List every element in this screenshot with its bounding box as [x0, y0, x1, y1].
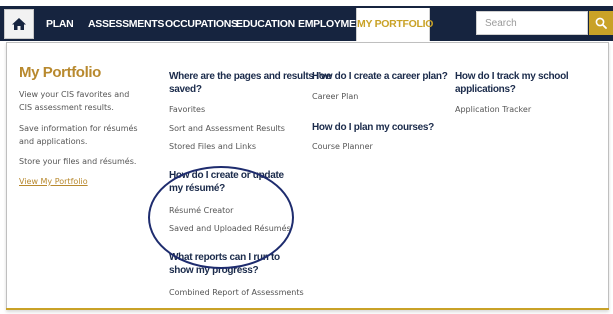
- link-application-tracker[interactable]: Application Tracker: [455, 104, 531, 116]
- nav-plan[interactable]: PLAN: [46, 8, 74, 41]
- home-icon: [12, 18, 26, 30]
- portfolio-description-save: Save information for résumés and applica…: [19, 124, 138, 146]
- question-plan-courses: How do I plan my courses?: [312, 122, 434, 133]
- portfolio-description-favorites: View your CIS favorites and CIS assessme…: [19, 90, 130, 112]
- nav-education[interactable]: EDUCATION: [236, 8, 295, 41]
- link-course-planner[interactable]: Course Planner: [312, 141, 373, 153]
- portfolio-description-store: Store your files and résumés.: [19, 157, 137, 166]
- search-input[interactable]: [476, 11, 588, 35]
- nav-occupations[interactable]: OCCUPATIONS: [165, 8, 238, 41]
- search-button[interactable]: [589, 11, 613, 35]
- question-reports-progress: What reports can I run to show my progre…: [169, 252, 280, 276]
- panel-bottom-border: [6, 308, 609, 310]
- link-resume-creator[interactable]: Résumé Creator: [169, 205, 233, 217]
- question-saved-pages: Where are the pages and results I've sav…: [169, 71, 332, 95]
- portfolio-title: My Portfolio: [19, 64, 101, 81]
- top-navigation: PLAN ASSESSMENTS OCCUPATIONS EDUCATION E…: [0, 0, 613, 44]
- link-stored-files[interactable]: Stored Files and Links: [169, 141, 256, 153]
- nav-my-portfolio[interactable]: MY PORTFOLIO: [356, 8, 433, 41]
- view-my-portfolio-link[interactable]: View My Portfolio: [19, 177, 88, 186]
- home-button[interactable]: [4, 9, 34, 39]
- magnifier-icon: [595, 17, 607, 29]
- link-career-plan[interactable]: Career Plan: [312, 91, 358, 103]
- link-sort-assessment-results[interactable]: Sort and Assessment Results: [169, 123, 285, 135]
- question-create-resume: How do I create or update my résumé?: [169, 170, 284, 194]
- question-track-applications: How do I track my school applications?: [455, 71, 569, 95]
- link-combined-report[interactable]: Combined Report of Assessments: [169, 287, 304, 299]
- nav-assessments[interactable]: ASSESSMENTS: [88, 8, 164, 41]
- link-saved-uploaded-resumes[interactable]: Saved and Uploaded Résumés: [169, 223, 291, 235]
- question-career-plan: How do I create a career plan?: [312, 71, 448, 82]
- link-favorites[interactable]: Favorites: [169, 104, 205, 116]
